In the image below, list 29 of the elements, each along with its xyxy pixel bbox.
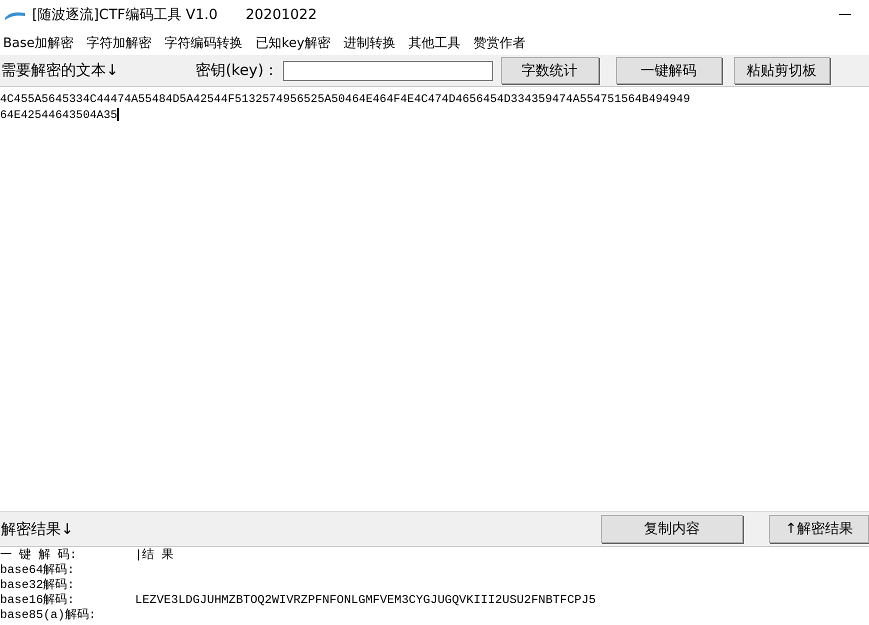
toolbar-button[interactable]: 粘贴剪切板 xyxy=(734,57,830,84)
menu-item[interactable]: 已知key解密 xyxy=(252,34,338,52)
menu-item[interactable]: 赞赏作者 xyxy=(470,34,534,52)
result-label-text: base32解码: xyxy=(0,578,76,593)
result-label: 解密结果↓ xyxy=(1,520,74,538)
result-value: |结 果 xyxy=(135,548,174,563)
input-text-area[interactable]: 4C455A5645334C44474A55484D5A42544F5132574956525A50464E464F4E4C474D4656454D334359474A554751564B494949 64E42544643504A35 xyxy=(0,87,869,511)
key-field[interactable] xyxy=(282,60,493,80)
menu-item[interactable]: Base加解密 xyxy=(0,34,82,52)
window-date: 20201022 xyxy=(246,7,317,23)
key-label: 密钥(key)： xyxy=(196,61,279,80)
result-label-text: base85(a)解码: xyxy=(0,608,98,623)
menu-item[interactable]: 进制转换 xyxy=(340,34,404,52)
toolbar-button[interactable]: 字数统计 xyxy=(500,57,599,84)
result-label-text: base16解码: xyxy=(0,593,76,608)
result-label-text: base64解码: xyxy=(0,563,76,578)
input-text-line: 4C455A5645334C44474A55484D5A42544F5132574956525A50464E464F4E4C474D4656454D334359474A554751564B494949 xyxy=(0,92,692,108)
result-label-text: 一 键 解 码: xyxy=(0,548,78,563)
result-button[interactable]: ↑解密结果 xyxy=(769,515,869,543)
input-text-line: 64E42544643504A35 xyxy=(0,108,120,124)
window-title: [随波逐流]CTF编码工具 V1.0 xyxy=(32,6,218,24)
menu-item[interactable]: 字符编码转换 xyxy=(162,34,251,52)
toolbar-button[interactable]: 一键解码 xyxy=(616,57,722,84)
input-label: 需要解密的文本↓ xyxy=(1,61,119,80)
menu-item[interactable]: 其他工具 xyxy=(405,34,468,52)
result-button[interactable]: 复制内容 xyxy=(601,515,743,543)
menu-item[interactable]: 字符加解密 xyxy=(84,34,160,52)
result-value: LEZVE3LDGJUHMZBTOQ2WIVRZPFNFONLGMFVEM3CYGJUGQVKIII2USU2FNBTFCPJ5 xyxy=(135,593,596,608)
minimize-icon[interactable] xyxy=(839,14,851,16)
